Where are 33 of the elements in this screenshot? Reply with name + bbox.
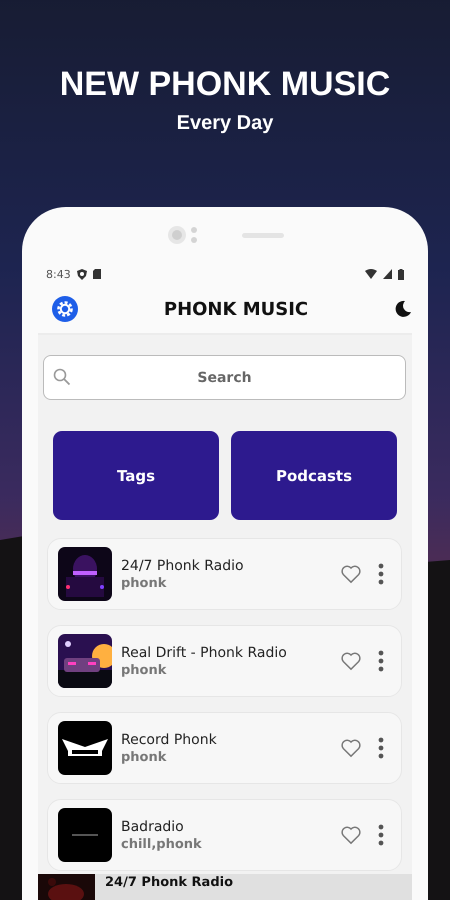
sd-card-icon bbox=[92, 269, 101, 279]
search-icon bbox=[53, 368, 71, 386]
heart-icon[interactable] bbox=[340, 825, 362, 845]
station-tags: phonk bbox=[121, 750, 331, 764]
station-card[interactable]: Record Phonk phonk bbox=[47, 712, 402, 784]
category-button[interactable]: Tags bbox=[53, 431, 219, 520]
moon-icon[interactable] bbox=[394, 300, 412, 318]
search-field[interactable]: Search bbox=[43, 355, 406, 400]
promo-title: NEW PHONK MUSIC bbox=[60, 64, 390, 104]
station-name: 24/7 Phonk Radio bbox=[121, 558, 245, 574]
settings-icon[interactable] bbox=[52, 296, 78, 322]
heart-icon[interactable] bbox=[340, 564, 362, 584]
now-playing-title: 24/7 Phonk Radio bbox=[105, 875, 234, 890]
signal-icon bbox=[383, 269, 392, 279]
mini-player[interactable]: 24/7 Phonk Radio bbox=[38, 874, 412, 900]
station-card[interactable]: Badradio chill,phonk bbox=[47, 799, 402, 871]
category-button[interactable]: Podcasts bbox=[231, 431, 397, 520]
status-time: 8:43 bbox=[46, 268, 71, 280]
wifi-icon bbox=[365, 269, 377, 279]
heart-icon[interactable] bbox=[340, 738, 362, 758]
station-name: Real Drift - Phonk Radio bbox=[121, 644, 288, 660]
station-tags: chill,phonk bbox=[121, 836, 331, 852]
station-tags: phonk bbox=[121, 576, 331, 590]
station-tags: phonk bbox=[121, 662, 331, 678]
heart-icon[interactable] bbox=[340, 651, 362, 671]
station-name: Badradio bbox=[121, 818, 185, 834]
battery-icon bbox=[398, 268, 404, 280]
station-card[interactable]: Real Drift - Phonk Radio phonk bbox=[47, 625, 402, 697]
app-title: PHONK MUSIC bbox=[162, 298, 310, 320]
station-card[interactable]: 24/7 Phonk Radio phonk bbox=[47, 538, 402, 610]
station-name: Record Phonk bbox=[121, 732, 218, 748]
shield-icon bbox=[76, 268, 87, 280]
promo-subtitle: Every Day bbox=[176, 112, 274, 135]
